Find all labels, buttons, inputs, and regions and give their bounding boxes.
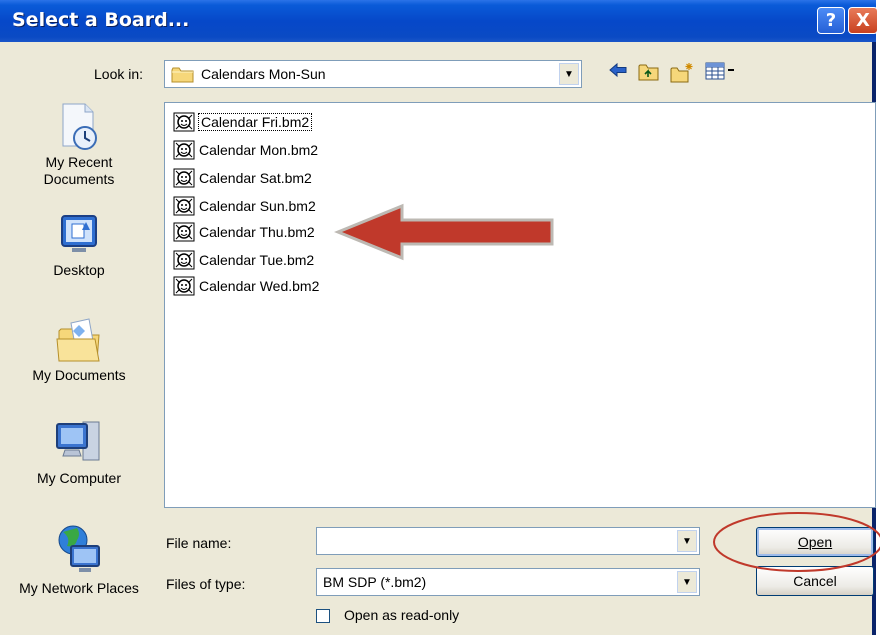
place-label: Desktop [53,262,105,278]
file-item[interactable]: Calendar Sun.bm2 [171,195,316,217]
place-label: My Computer [36,470,122,486]
my-documents-icon [56,318,100,362]
open-button[interactable]: Open [756,527,874,557]
place-label: My Documents [32,367,126,383]
title-bar[interactable]: Select a Board... ? X [0,0,878,42]
file-name: Calendar Thu.bm2 [199,224,315,240]
chevron-down-icon[interactable]: ▼ [559,63,579,85]
place-network-places[interactable]: My Network Places [18,522,140,597]
chevron-down-icon[interactable]: ▼ [677,571,697,593]
file-type-select[interactable]: BM SDP (*.bm2) ▼ [316,568,700,596]
board-file-icon [173,250,195,270]
board-file-icon [173,112,195,132]
file-name: Calendar Sun.bm2 [199,198,316,214]
place-label: My Network Places [19,580,139,596]
network-places-icon [58,525,100,572]
file-name: Calendar Sat.bm2 [199,170,312,186]
place-recent-documents[interactable]: My Recent Documents [18,100,140,188]
look-in-value: Calendars Mon-Sun [201,66,326,82]
place-label: My Recent Documents [43,154,115,187]
chevron-down-icon[interactable]: ▼ [677,530,697,552]
desktop-icon [61,215,97,252]
file-name: Calendar Mon.bm2 [199,142,319,158]
board-file-icon [173,276,195,296]
file-type-value: BM SDP (*.bm2) [323,574,427,590]
board-file-icon [173,196,195,216]
read-only-label: Open as read-only [344,607,460,623]
new-folder-icon[interactable] [670,62,694,86]
recent-documents-icon [62,103,97,150]
file-type-label: Files of type: [166,576,246,592]
board-file-icon [173,222,195,242]
file-item[interactable]: Calendar Thu.bm2 [171,221,315,243]
views-menu-icon[interactable] [704,62,738,86]
board-file-icon [173,140,195,160]
file-name-field[interactable]: ▼ [316,527,700,555]
file-item[interactable]: Calendar Fri.bm2 [171,111,313,133]
cancel-button-label: Cancel [793,573,837,589]
select-board-dialog: Select a Board... ? X Look in: Calendars… [0,0,878,635]
file-item[interactable]: Calendar Tue.bm2 [171,249,314,271]
cancel-button[interactable]: Cancel [756,566,874,596]
file-name-label: File name: [166,535,232,551]
file-item[interactable]: Calendar Wed.bm2 [171,275,319,297]
my-computer-icon [56,421,100,461]
dialog-title: Select a Board... [12,9,190,31]
board-file-icon [173,168,195,188]
folder-icon [171,67,194,83]
file-name: Calendar Tue.bm2 [199,252,315,268]
file-item[interactable]: Calendar Sat.bm2 [171,167,312,189]
close-button[interactable]: X [848,7,878,34]
open-button-label: Open [797,534,833,550]
look-in-dropdown[interactable]: Calendars Mon-Sun ▼ [164,60,582,88]
place-my-documents[interactable]: My Documents [18,317,140,384]
places-bar: My Recent Documents Desktop My Documents [0,92,158,632]
read-only-checkbox[interactable] [316,609,330,623]
file-list[interactable]: Calendar Fri.bm2 Calendar Mon.bm2 Calend… [164,102,876,508]
file-item[interactable]: Calendar Mon.bm2 [171,139,318,161]
place-desktop[interactable]: Desktop [18,212,140,279]
up-folder-icon[interactable] [637,62,661,86]
back-icon[interactable] [606,62,630,86]
file-name: Calendar Wed.bm2 [199,278,320,294]
place-my-computer[interactable]: My Computer [18,418,140,487]
file-name: Calendar Fri.bm2 [197,113,313,131]
look-in-label: Look in: [94,66,144,82]
help-button[interactable]: ? [817,7,845,34]
